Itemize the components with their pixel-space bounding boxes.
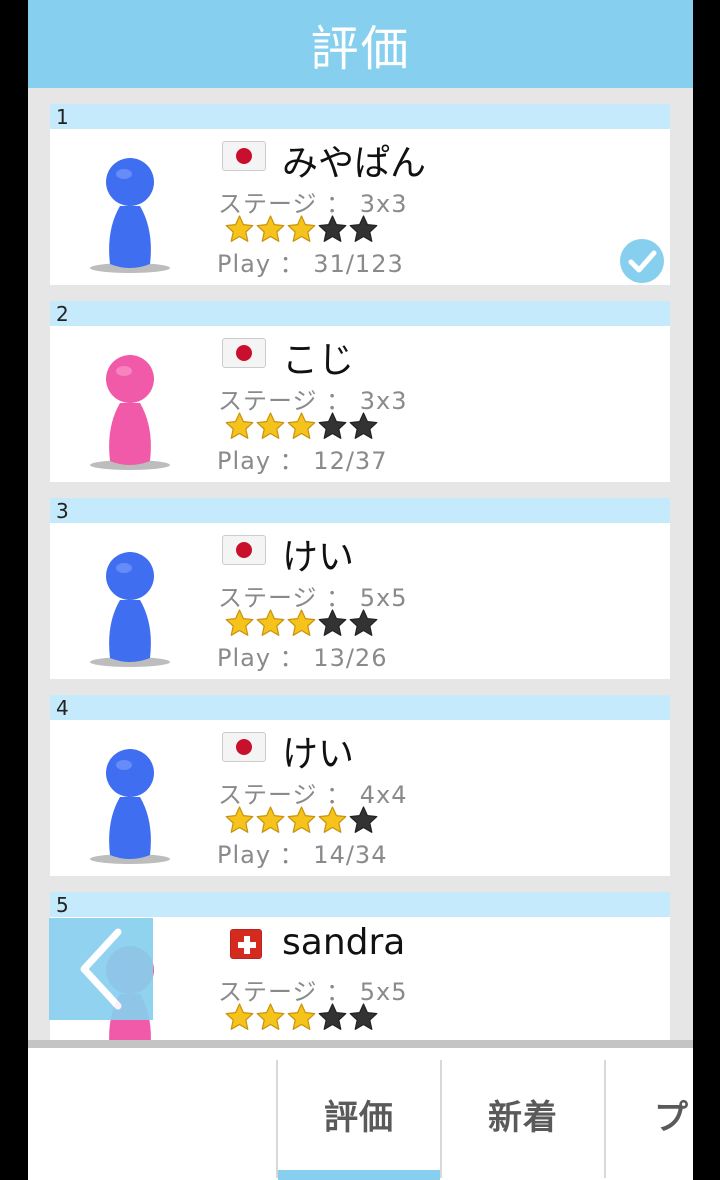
japan-flag-icon bbox=[222, 732, 266, 762]
avatar-icon bbox=[90, 749, 170, 864]
star-empty-icon bbox=[317, 214, 348, 246]
star-filled-icon bbox=[286, 214, 317, 246]
play-count: Play ： 31/123 bbox=[217, 250, 404, 278]
chevron-left-icon bbox=[80, 928, 122, 1010]
star-rating bbox=[224, 411, 379, 443]
star-filled-icon bbox=[224, 805, 255, 837]
user-name: sandra bbox=[282, 922, 406, 963]
star-filled-icon bbox=[255, 214, 286, 246]
star-filled-icon bbox=[286, 411, 317, 443]
list-item[interactable]: 1 みやぱん ステージ ： 3x3 Play ： 31/123 bbox=[50, 104, 670, 285]
user-name: こじ bbox=[282, 340, 355, 381]
star-empty-icon bbox=[348, 411, 379, 443]
star-empty-icon bbox=[348, 214, 379, 246]
list-item[interactable]: 2 こじ ステージ ： 3x3 Play ： 12/37 bbox=[50, 301, 670, 482]
app-window: 評価 1 みやぱん ステージ ： 3x3 Play ： 31/123 2 こじ … bbox=[28, 0, 693, 1180]
japan-flag-icon bbox=[222, 141, 266, 171]
star-empty-icon bbox=[348, 805, 379, 837]
star-filled-icon bbox=[224, 411, 255, 443]
star-filled-icon bbox=[224, 608, 255, 640]
user-name: みやぱん bbox=[282, 143, 427, 184]
star-rating bbox=[224, 1002, 379, 1034]
star-empty-icon bbox=[317, 411, 348, 443]
check-circle-icon bbox=[620, 239, 664, 283]
tab-bar: 評価 新着 プ bbox=[28, 1040, 693, 1180]
avatar-icon bbox=[90, 355, 170, 470]
rank-number: 2 bbox=[50, 301, 670, 326]
active-tab-indicator bbox=[278, 1170, 440, 1180]
tab-partial[interactable]: プ bbox=[606, 1048, 693, 1180]
star-filled-icon bbox=[286, 805, 317, 837]
star-empty-icon bbox=[348, 1002, 379, 1034]
rank-number: 3 bbox=[50, 498, 670, 523]
user-name: けい bbox=[282, 537, 355, 578]
star-rating bbox=[224, 214, 379, 246]
star-filled-icon bbox=[255, 608, 286, 640]
play-count: Play ： 13/26 bbox=[217, 644, 388, 672]
star-empty-icon bbox=[317, 608, 348, 640]
star-filled-icon bbox=[255, 411, 286, 443]
star-rating bbox=[224, 608, 379, 640]
list-item[interactable]: 3 けい ステージ ： 5x5 Play ： 13/26 bbox=[50, 498, 670, 679]
ranking-list[interactable]: 1 みやぱん ステージ ： 3x3 Play ： 31/123 2 こじ ステー… bbox=[28, 88, 693, 1040]
star-empty-icon bbox=[348, 608, 379, 640]
japan-flag-icon bbox=[222, 535, 266, 565]
rank-number: 1 bbox=[50, 104, 670, 129]
tab-new[interactable]: 新着 bbox=[442, 1048, 604, 1180]
star-filled-icon bbox=[317, 805, 348, 837]
user-name: けい bbox=[282, 734, 355, 775]
star-filled-icon bbox=[255, 1002, 286, 1034]
star-filled-icon bbox=[224, 214, 255, 246]
rank-number: 5 bbox=[50, 892, 670, 917]
tab-rating[interactable]: 評価 bbox=[278, 1048, 440, 1180]
back-button[interactable] bbox=[49, 918, 153, 1020]
switzerland-flag-icon bbox=[230, 929, 262, 959]
avatar-icon bbox=[90, 552, 170, 667]
star-filled-icon bbox=[286, 1002, 317, 1034]
rank-number: 4 bbox=[50, 695, 670, 720]
play-count: Play ： 14/34 bbox=[217, 841, 388, 869]
play-count: Play ： 12/37 bbox=[217, 447, 388, 475]
star-filled-icon bbox=[286, 608, 317, 640]
header-bar: 評価 bbox=[28, 0, 693, 88]
list-item[interactable]: 4 けい ステージ ： 4x4 Play ： 14/34 bbox=[50, 695, 670, 876]
star-rating bbox=[224, 805, 379, 837]
star-filled-icon bbox=[255, 805, 286, 837]
star-empty-icon bbox=[317, 1002, 348, 1034]
star-filled-icon bbox=[224, 1002, 255, 1034]
japan-flag-icon bbox=[222, 338, 266, 368]
page-title: 評価 bbox=[310, 21, 411, 77]
avatar-icon bbox=[90, 158, 170, 273]
